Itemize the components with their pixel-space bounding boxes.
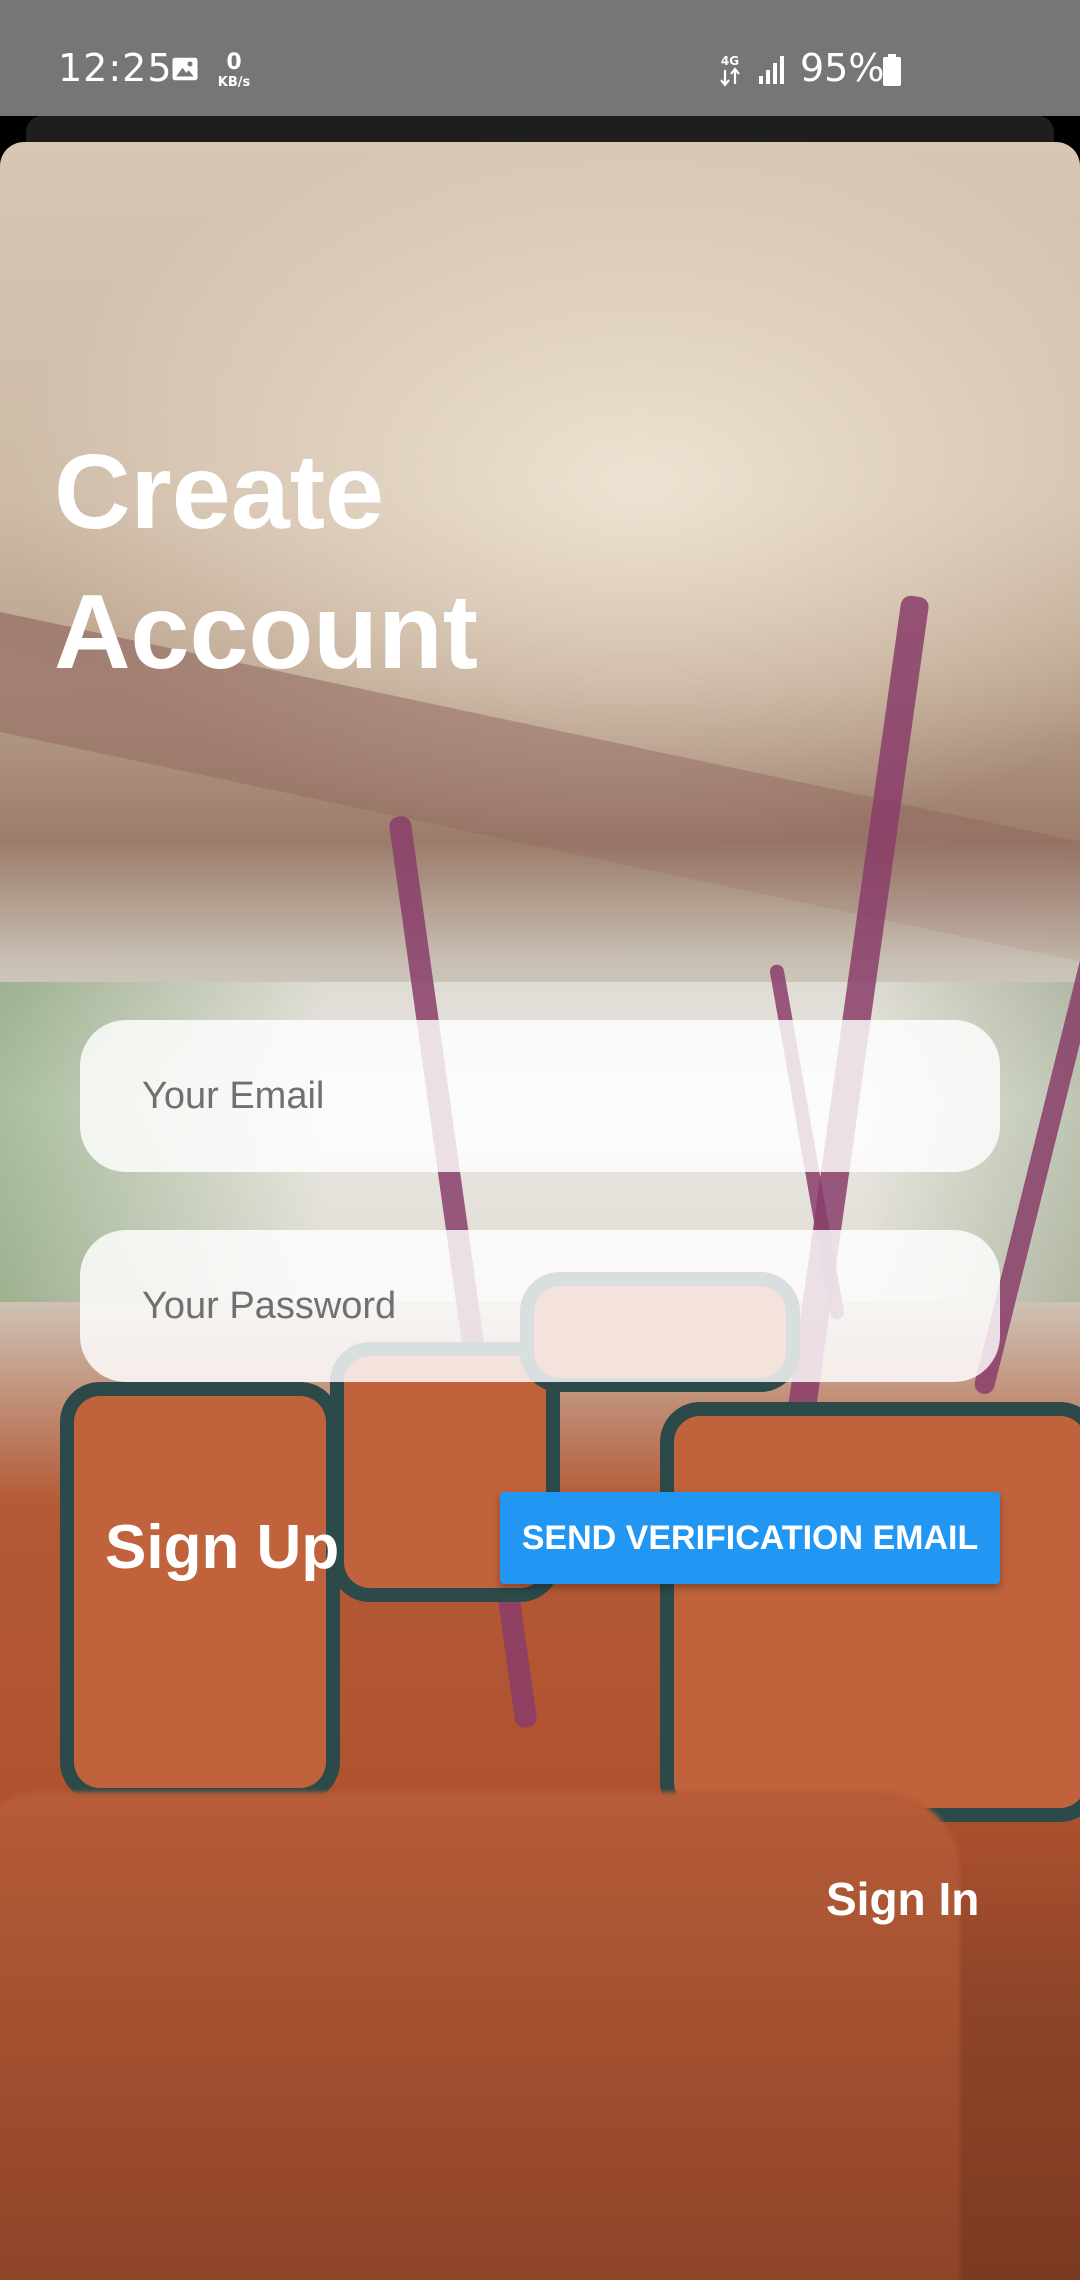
signal-icon [759,56,784,84]
network-4g-icon: 4G [720,54,740,87]
battery-percent: 95% [800,46,885,90]
signup-heading: Sign Up [105,1513,340,1582]
page-title-line2: Account [54,573,478,691]
image-icon [172,57,198,81]
send-verification-email-button[interactable]: SEND VERIFICATION EMAIL [500,1492,1000,1584]
page-title-line1: Create [54,433,384,551]
password-field[interactable] [80,1230,1000,1382]
signup-screen: Create Account Sign Up SEND VERIFICATION… [0,142,1080,2280]
net-speed-value: 0 [226,50,242,75]
battery-icon [883,54,901,86]
email-field[interactable] [80,1020,1000,1172]
net-speed-unit: KB/s [217,75,251,90]
background-seat [660,1402,1080,1822]
sign-in-link[interactable]: Sign In [826,1872,979,1926]
network-type-text: 4G [721,54,739,68]
page-title: Create Account [54,422,754,702]
background-seat-foreground [0,1792,960,2280]
background-seat [60,1382,340,1802]
status-bar: 12:25 0 KB/s 4G 95% [0,0,1080,116]
status-time: 12:25 [58,46,173,90]
net-speed-indicator: 0 KB/s [212,50,256,90]
